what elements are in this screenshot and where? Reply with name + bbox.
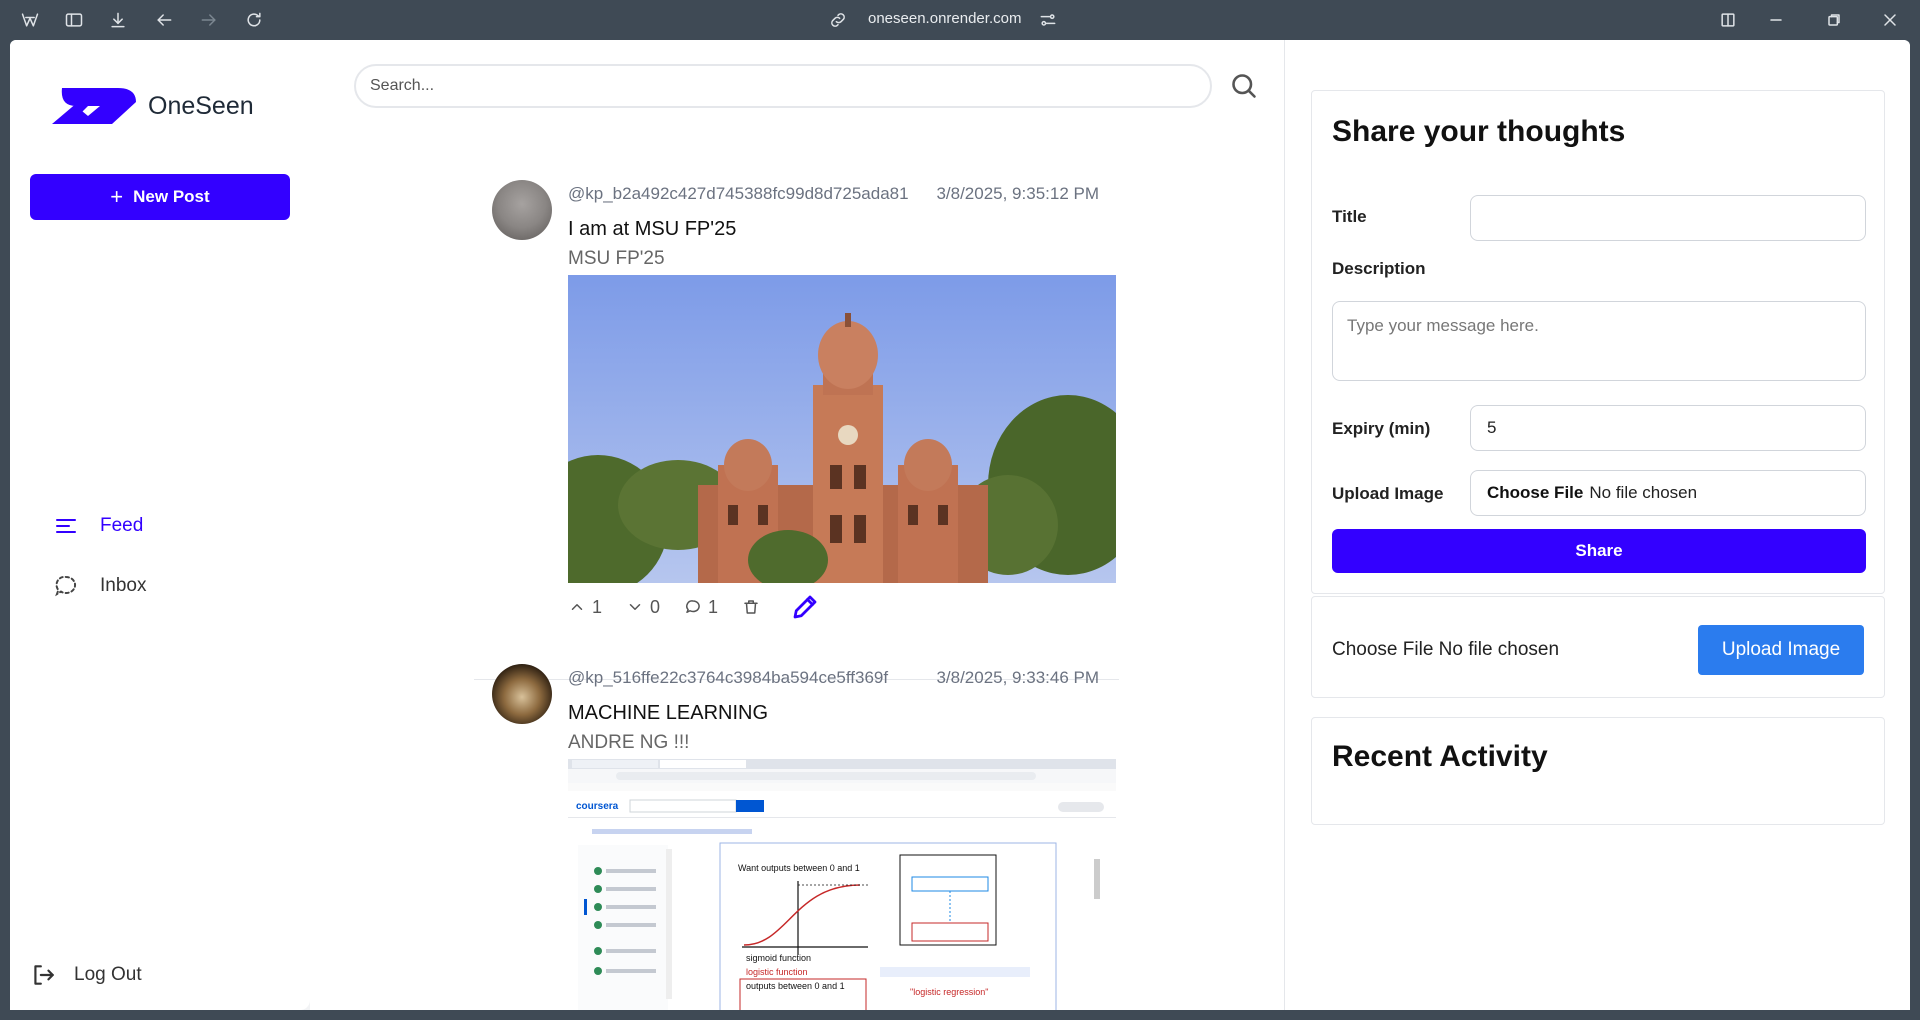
upload-image-label: Upload Image [1332,484,1444,503]
screenshot-outputs-text: outputs between 0 and 1 [746,981,845,991]
post-timestamp: 3/8/2025, 9:35:12 PM [936,184,1099,203]
share-button[interactable]: Share [1332,529,1866,573]
title-label: Title [1332,207,1367,226]
back-arrow-icon[interactable] [152,8,176,32]
logout-icon [34,965,54,985]
post-title: I am at MSU FP'25 [568,218,737,240]
edit-button[interactable] [790,592,826,622]
comment-count: 1 [708,596,719,617]
sidebar-item-label: Inbox [100,575,147,596]
delete-button[interactable] [742,598,766,616]
post-card: @kp_516ffe22c3764c3984ba594ce5ff369f 3/8… [474,664,1119,1010]
coursera-logo-text: coursera [576,801,619,812]
share-form-card: Share your thoughts Title Description Ex… [1311,90,1885,594]
brand-logo[interactable]: OneSeen [48,80,254,132]
share-form-heading: Share your thoughts [1332,115,1626,148]
post-title: MACHINE LEARNING [568,702,769,724]
avatar[interactable] [492,664,552,724]
close-window-icon[interactable] [1878,8,1902,32]
browser-logo-icon[interactable] [18,8,42,32]
new-post-button[interactable]: + New Post [30,174,290,220]
upvote-button[interactable]: 1 [568,597,602,618]
logout-label: Log Out [74,964,142,985]
app-window: OneSeen + New Post Feed Inbox Log Out @k… [10,40,1910,1010]
search-icon [1232,74,1256,98]
recent-activity-card: Recent Activity [1311,717,1885,825]
chevron-down-icon [629,604,641,610]
post-actions: 1 0 1 [568,592,850,622]
expiry-label: Expiry (min) [1332,419,1431,438]
screenshot-sigmoid-text: sigmoid function [746,953,811,963]
minimize-icon[interactable] [1764,8,1788,32]
chevron-up-icon [571,604,583,610]
post-timestamp: 3/8/2025, 9:33:46 PM [936,668,1099,687]
title-input[interactable] [1470,195,1866,241]
oneseen-logo-icon [52,88,136,124]
search-button[interactable] [1230,72,1260,102]
post-username[interactable]: @kp_b2a492c427d745388fc99d8d725ada81 [568,184,909,204]
site-settings-icon[interactable] [1036,8,1060,32]
avatar[interactable] [492,180,552,240]
chat-bubble-icon [55,575,77,597]
plus-icon: + [110,184,124,209]
feed-lines-icon [56,519,76,533]
downvote-button[interactable]: 0 [626,597,660,618]
downvote-count: 0 [650,596,661,617]
screenshot-regression-text: "logistic regression" [910,987,988,997]
link-icon [826,8,850,32]
description-textarea[interactable] [1332,301,1866,381]
sidebar-item-label: Feed [100,515,144,536]
post-image[interactable] [568,275,1116,583]
address-bar[interactable]: oneseen.onrender.com [868,10,1021,27]
choose-file-button[interactable]: Choose File [1487,483,1583,503]
upload-image-button[interactable]: Upload Image [1698,625,1864,675]
forward-arrow-icon[interactable] [197,8,221,32]
post-card: @kp_b2a492c427d745388fc99d8d725ada81 3/8… [474,180,1119,680]
split-view-icon[interactable] [1716,8,1740,32]
screenshot-logistic-text: logistic function [746,967,808,977]
no-file-text: No file chosen [1589,483,1698,502]
trash-icon [744,600,758,614]
sidebar: OneSeen + New Post Feed Inbox Log Out [10,40,310,1010]
upload-image-card: Choose File No file chosen Upload Image [1311,596,1885,698]
expiry-input[interactable] [1470,405,1866,451]
post-image[interactable]: coursera Want outputs between 0 and 1 si… [568,759,1116,1010]
browser-toolbar: oneseen.onrender.com [0,0,1920,40]
logout-button[interactable]: Log Out [30,962,142,988]
post-description: ANDRE NG !!! [568,732,690,753]
new-post-label: New Post [133,187,210,206]
sidebar-toggle-icon[interactable] [62,8,86,32]
search-input[interactable] [354,64,1212,108]
description-label: Description [1332,259,1426,278]
sidebar-item-feed[interactable]: Feed [54,514,143,538]
sidebar-item-inbox[interactable]: Inbox [54,574,146,598]
recent-activity-heading: Recent Activity [1332,740,1548,773]
file-input[interactable]: Choose File No file chosen [1470,470,1866,516]
restore-icon[interactable] [1822,8,1846,32]
palace-photo-image [568,275,1116,583]
post-username[interactable]: @kp_516ffe22c3764c3984ba594ce5ff369f [568,668,888,688]
comment-icon [686,600,700,613]
screenshot-want-text: Want outputs between 0 and 1 [738,863,860,873]
brand-name: OneSeen [148,91,254,120]
upvote-count: 1 [592,596,603,617]
right-panel: Share your thoughts Title Description Ex… [1284,40,1910,1010]
comment-button[interactable]: 1 [684,597,718,618]
post-description: MSU FP'25 [568,248,665,269]
download-icon[interactable] [106,8,130,32]
pencil-icon [793,595,817,619]
coursera-screenshot-image: coursera Want outputs between 0 and 1 si… [568,759,1116,1010]
upload-file-input[interactable]: Choose File No file chosen [1332,639,1559,661]
feed-panel: @kp_b2a492c427d745388fc99d8d725ada81 3/8… [310,40,1284,1010]
reload-icon[interactable] [242,8,266,32]
